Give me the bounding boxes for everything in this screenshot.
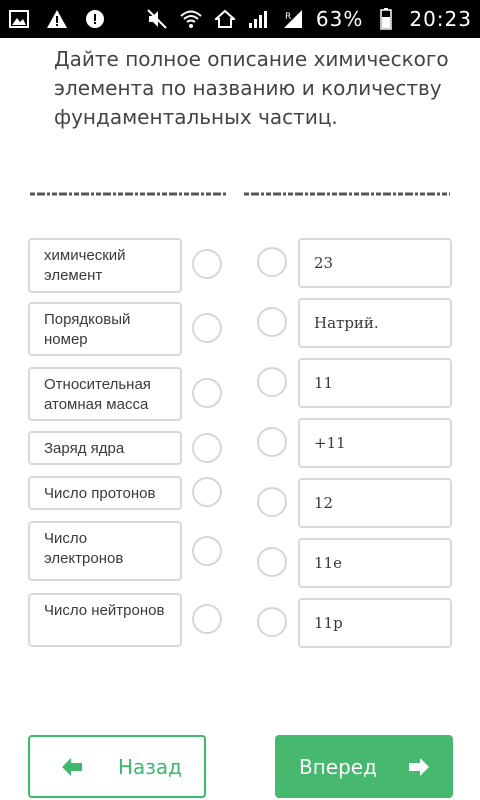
left-match-radio[interactable] xyxy=(192,249,222,279)
left-match-radio[interactable] xyxy=(192,313,222,343)
arrow-left-icon xyxy=(60,755,84,779)
left-item-label: Число нейтронов xyxy=(44,602,165,619)
right-match-radio[interactable] xyxy=(257,367,287,397)
left-item-label: Заряд ядра xyxy=(44,440,125,457)
right-match-radio[interactable] xyxy=(257,487,287,517)
svg-text:R: R xyxy=(285,12,291,22)
left-match-radio[interactable] xyxy=(192,477,222,507)
home-icon xyxy=(214,8,236,30)
left-item-card[interactable]: Число протонов xyxy=(28,476,182,510)
next-button-label: Вперед xyxy=(299,754,377,779)
data-saver-icon xyxy=(84,8,106,30)
image-icon xyxy=(8,8,30,30)
signal-r-icon: R xyxy=(282,8,304,30)
left-match-radio[interactable] xyxy=(192,433,222,463)
status-bar: R 63% 20:23 xyxy=(0,0,480,38)
left-item-card[interactable]: химический элемент xyxy=(28,238,182,293)
right-item-card[interactable]: +11 xyxy=(298,418,452,468)
right-match-radio[interactable] xyxy=(257,607,287,637)
right-item-card[interactable]: 12 xyxy=(298,478,452,528)
left-column-divider xyxy=(30,192,226,196)
right-item-card[interactable]: 11 xyxy=(298,358,452,408)
clock: 20:23 xyxy=(409,7,472,31)
right-column-divider xyxy=(244,192,450,196)
right-item-label: Натрий. xyxy=(314,314,379,332)
right-match-radio[interactable] xyxy=(257,307,287,337)
left-item-card[interactable]: Число электронов xyxy=(28,521,182,581)
warning-icon xyxy=(46,8,68,30)
right-item-label: 11 xyxy=(314,374,334,392)
next-button[interactable]: Вперед xyxy=(275,735,453,798)
left-item-card[interactable]: Порядковый номер xyxy=(28,302,182,356)
signal-icon xyxy=(248,8,270,30)
right-item-label: +11 xyxy=(314,434,346,452)
back-button-label: Назад xyxy=(118,754,183,779)
right-match-radio[interactable] xyxy=(257,547,287,577)
left-item-card[interactable]: Относительная атомная масса xyxy=(28,367,182,421)
right-match-radio[interactable] xyxy=(257,427,287,457)
right-item-label: 11p xyxy=(314,614,343,632)
right-item-label: 23 xyxy=(314,254,334,272)
left-item-label: Порядковый номер xyxy=(44,311,131,348)
right-item-card[interactable]: 11e xyxy=(298,538,452,588)
left-item-label: Число протонов xyxy=(44,485,156,502)
left-match-radio[interactable] xyxy=(192,604,222,634)
left-item-label: Число электронов xyxy=(44,530,124,567)
question-text: Дайте полное описание химического элемен… xyxy=(54,47,449,129)
right-match-radio[interactable] xyxy=(257,247,287,277)
left-item-label: химический элемент xyxy=(44,247,126,284)
left-item-card[interactable]: Число нейтронов xyxy=(28,593,182,647)
right-item-label: 11e xyxy=(314,554,342,572)
left-match-radio[interactable] xyxy=(192,378,222,408)
right-item-card[interactable]: 11p xyxy=(298,598,452,648)
battery-icon xyxy=(375,8,397,30)
arrow-right-icon xyxy=(407,755,431,779)
battery-percent: 63% xyxy=(315,7,364,31)
wifi-icon xyxy=(180,8,202,30)
left-item-card[interactable]: Заряд ядра xyxy=(28,431,182,465)
left-item-label: Относительная атомная масса xyxy=(44,376,151,413)
back-button[interactable]: Назад xyxy=(28,735,206,798)
left-match-radio[interactable] xyxy=(192,536,222,566)
right-item-label: 12 xyxy=(314,494,334,512)
mute-icon xyxy=(146,8,168,30)
right-item-card[interactable]: Натрий. xyxy=(298,298,452,348)
right-item-card[interactable]: 23 xyxy=(298,238,452,288)
